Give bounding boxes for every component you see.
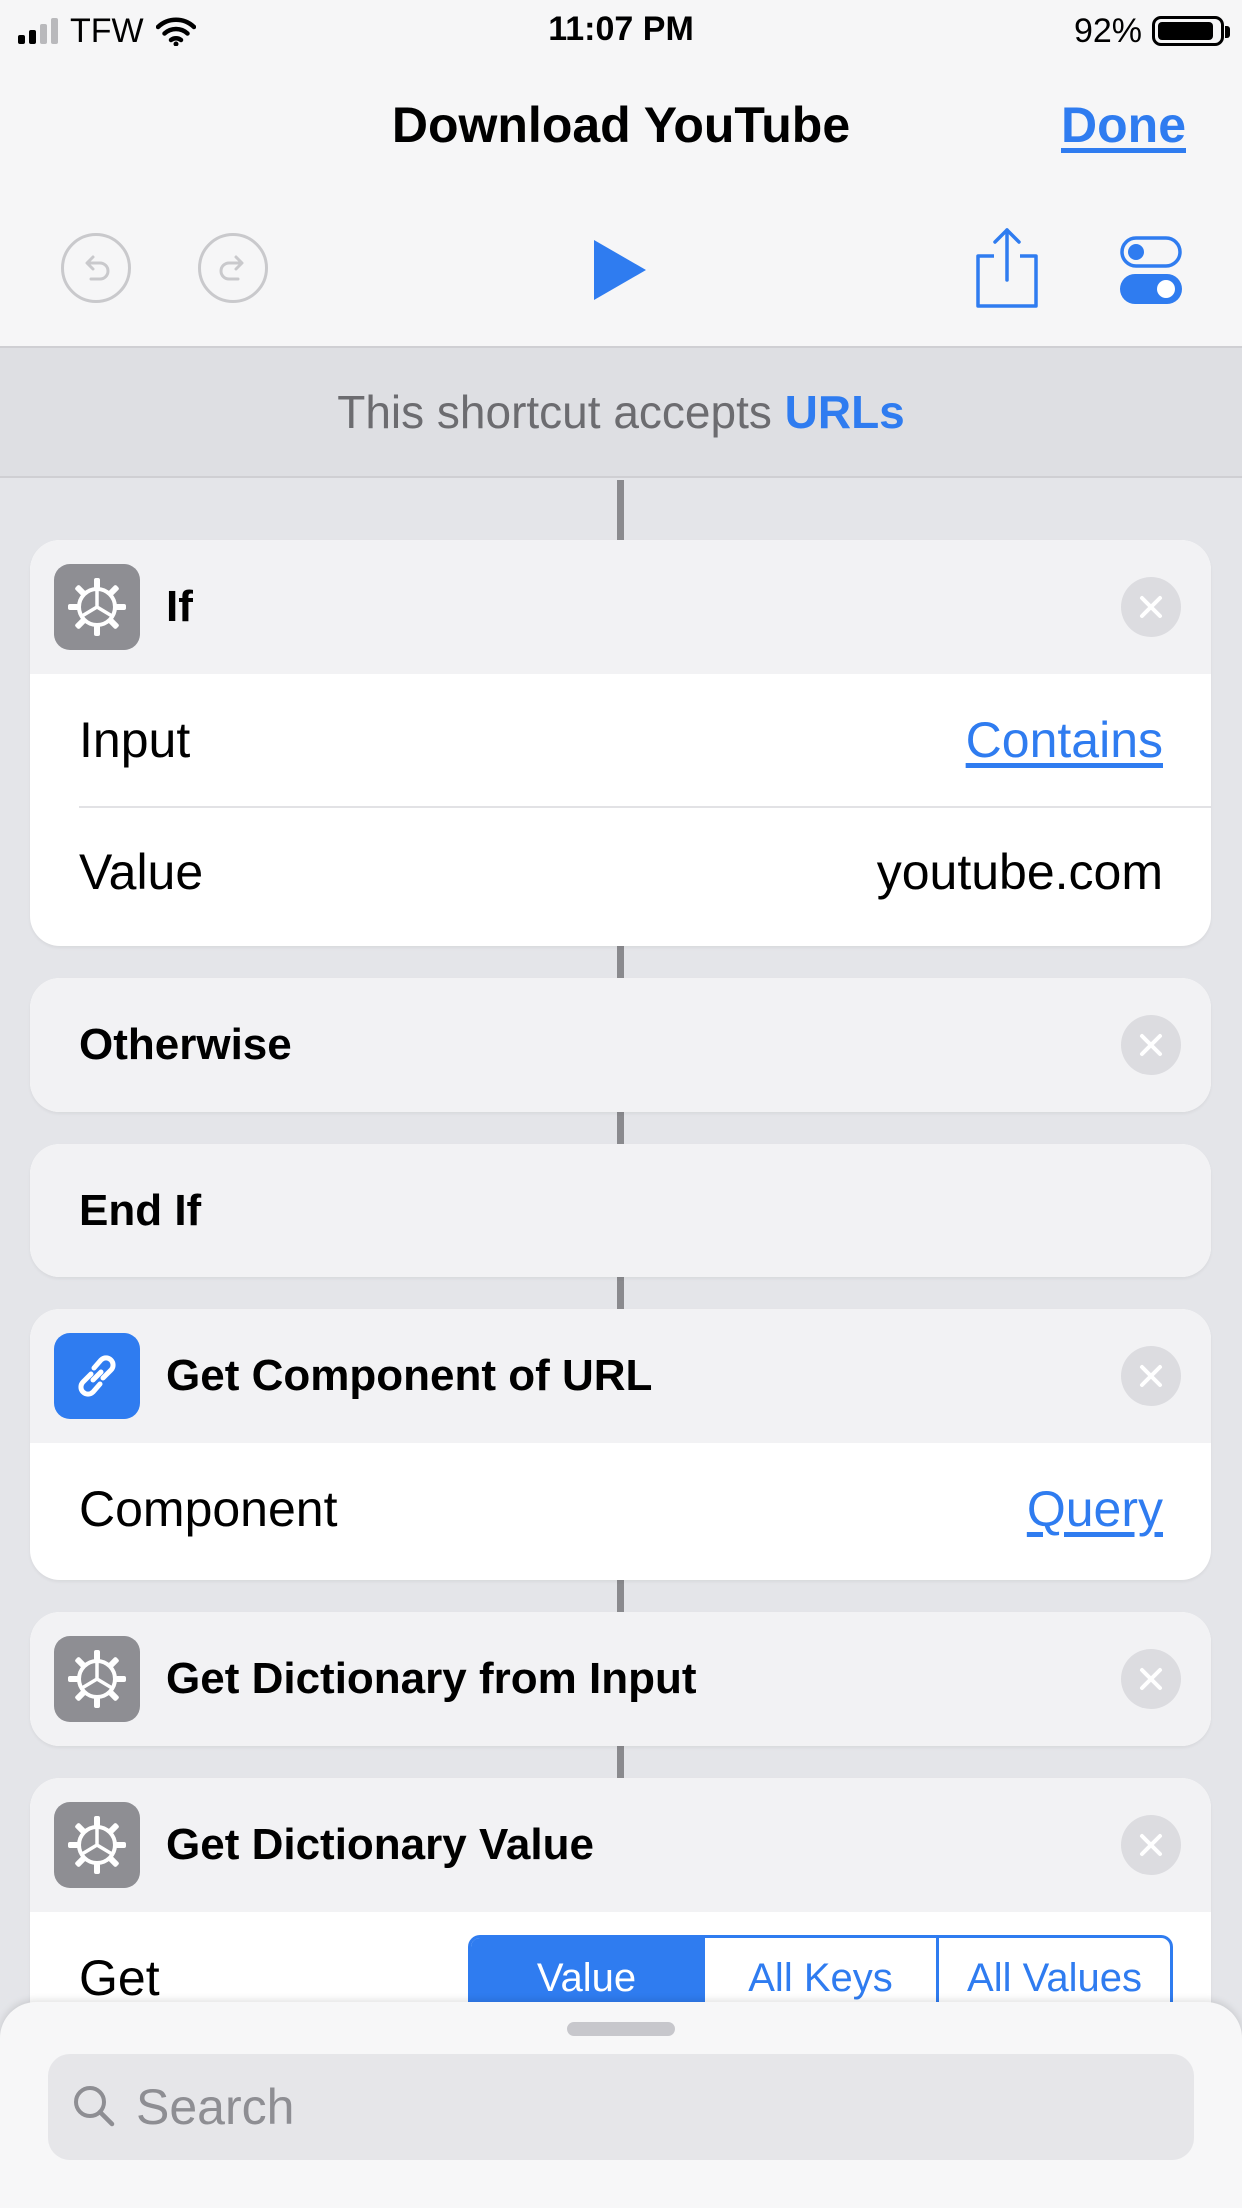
- sheet-grabber[interactable]: [567, 2022, 675, 2036]
- accepts-type-link[interactable]: URLs: [785, 386, 905, 438]
- connector-line: [617, 1580, 624, 1612]
- close-icon: [1140, 1365, 1162, 1387]
- undo-button[interactable]: [61, 233, 131, 303]
- connector-line: [617, 1746, 624, 1778]
- action-header: Get Dictionary Value: [30, 1778, 1211, 1912]
- action-card-otherwise[interactable]: Otherwise: [30, 978, 1211, 1112]
- done-button[interactable]: Done: [1061, 96, 1186, 154]
- input-type-banner: This shortcut accepts URLs: [0, 348, 1242, 478]
- action-title: Get Dictionary from Input: [166, 1654, 697, 1703]
- gear-icon: [54, 1636, 140, 1722]
- action-header: If: [30, 540, 1211, 674]
- gear-icon: [54, 564, 140, 650]
- action-header: Otherwise: [30, 978, 1211, 1112]
- battery-icon: [1152, 16, 1230, 46]
- remove-action-button[interactable]: [1121, 577, 1181, 637]
- search-placeholder: Search: [136, 2079, 295, 2135]
- action-card-get-component[interactable]: Get Component of URL Component Query: [30, 1309, 1211, 1580]
- play-icon[interactable]: [590, 238, 650, 302]
- action-card-if[interactable]: If Input Contains Value youtube.com: [30, 540, 1211, 946]
- remove-action-button[interactable]: [1121, 1015, 1181, 1075]
- value-field[interactable]: youtube.com: [877, 806, 1163, 938]
- close-icon: [1140, 1834, 1162, 1856]
- action-header: Get Dictionary from Input: [30, 1612, 1211, 1746]
- settings-toggles-icon[interactable]: [1120, 236, 1182, 304]
- action-title: Otherwise: [79, 1020, 292, 1069]
- remove-action-button[interactable]: [1121, 1815, 1181, 1875]
- redo-button[interactable]: [198, 233, 268, 303]
- connector-line: [617, 1112, 624, 1144]
- action-title: Get Dictionary Value: [166, 1820, 594, 1869]
- parameter-row: Component Query: [30, 1443, 1211, 1575]
- remove-action-button[interactable]: [1121, 1649, 1181, 1709]
- search-field[interactable]: Search: [48, 2054, 1194, 2160]
- connector-line: [617, 480, 624, 540]
- accepts-text: This shortcut accepts: [337, 386, 772, 438]
- action-card-end-if[interactable]: End If: [30, 1144, 1211, 1277]
- action-header: End If: [30, 1144, 1211, 1277]
- share-icon[interactable]: [974, 226, 1040, 310]
- redo-icon: [219, 255, 244, 281]
- link-icon: [54, 1333, 140, 1419]
- parameter-row: Input Contains: [30, 674, 1211, 806]
- action-header: Get Component of URL: [30, 1309, 1211, 1443]
- status-time: 11:07 PM: [548, 10, 694, 48]
- search-icon: [74, 2086, 115, 2127]
- action-title: If: [166, 582, 193, 631]
- connector-line: [617, 1277, 624, 1309]
- component-selector[interactable]: Query: [1027, 1443, 1163, 1575]
- parameter-label: Component: [79, 1481, 338, 1537]
- parameter-row: Value youtube.com: [30, 806, 1211, 938]
- gear-icon: [54, 1802, 140, 1888]
- condition-selector[interactable]: Contains: [966, 674, 1163, 806]
- actions-search-sheet: Search: [0, 2002, 1242, 2208]
- battery-percentage: 92%: [1073, 11, 1142, 50]
- action-card-get-dictionary[interactable]: Get Dictionary from Input: [30, 1612, 1211, 1746]
- action-title: End If: [79, 1186, 202, 1235]
- undo-icon: [85, 255, 110, 281]
- connector-line: [617, 946, 624, 978]
- status-bar-right: 92%: [1073, 8, 1230, 54]
- close-icon: [1140, 596, 1162, 618]
- parameter-label: Value: [79, 844, 204, 900]
- parameter-label: Input: [79, 712, 191, 768]
- action-title: Get Component of URL: [166, 1351, 653, 1400]
- close-icon: [1140, 1668, 1162, 1690]
- close-icon: [1140, 1034, 1162, 1056]
- remove-action-button[interactable]: [1121, 1346, 1181, 1406]
- shortcut-title: Download YouTube: [391, 97, 851, 153]
